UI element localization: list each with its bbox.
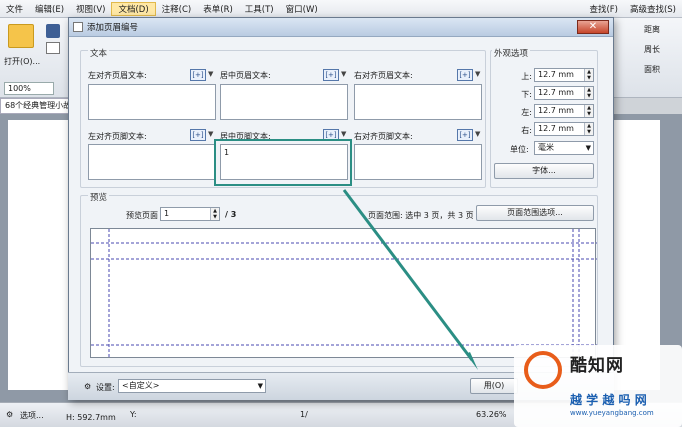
zoom-readout[interactable]: 63.26% bbox=[476, 410, 507, 419]
dialog-app-icon bbox=[73, 22, 83, 32]
find-button[interactable]: 查找(F) bbox=[583, 3, 624, 15]
menu-comment[interactable]: 注释(C) bbox=[156, 3, 198, 15]
text-group-title: 文本 bbox=[88, 47, 110, 59]
menu-document[interactable]: 文档(D) bbox=[111, 1, 156, 16]
margin-bottom-input[interactable]: 12.7 mm ▲ ▼ bbox=[534, 86, 594, 100]
dialog-title: 添加页眉编号 bbox=[87, 23, 139, 33]
footer-left-input[interactable] bbox=[88, 144, 216, 180]
menu-view[interactable]: 视图(V) bbox=[70, 3, 111, 15]
chevron-down-icon[interactable]: ▼ bbox=[586, 142, 591, 154]
dialog-titlebar[interactable]: 添加页眉编号 ✕ bbox=[69, 18, 613, 37]
spin-arrows-icon[interactable]: ▲ ▼ bbox=[584, 69, 593, 81]
advanced-find-button[interactable]: 高级查找(S) bbox=[624, 3, 682, 15]
area-tool[interactable]: 面积 bbox=[644, 64, 660, 75]
spin-arrows-icon[interactable]: ▲ ▼ bbox=[584, 123, 593, 135]
apply-button[interactable]: 用(O) bbox=[470, 378, 518, 394]
preview-total-pages: / 3 bbox=[225, 210, 237, 219]
page-left-edge bbox=[8, 120, 68, 390]
zoom-select[interactable]: 100% bbox=[4, 82, 54, 95]
footer-center-highlight bbox=[214, 139, 352, 186]
page-range-summary: 页面范围: 选中 3 页，共 3 页 bbox=[368, 211, 474, 220]
header-center-macro-icon[interactable]: [+] bbox=[323, 69, 339, 81]
margin-top-label: 上: bbox=[521, 72, 532, 81]
page-range-options-button[interactable]: 页面范围选项... bbox=[476, 205, 594, 221]
menu-form[interactable]: 表单(R) bbox=[197, 3, 239, 15]
footer-right-input[interactable] bbox=[354, 144, 482, 180]
settings-gear-icon[interactable]: ⚙ bbox=[84, 382, 91, 391]
save-icon[interactable] bbox=[46, 24, 60, 38]
watermark-url: www.yueyangbang.com bbox=[570, 409, 654, 417]
watermark-site-name: 越 学 越 吗 网 bbox=[570, 393, 647, 407]
header-left-macro-icon[interactable]: [+] bbox=[190, 69, 206, 81]
preview-margin-guides bbox=[91, 229, 597, 359]
spin-arrows-icon[interactable]: ▲ ▼ bbox=[210, 208, 219, 220]
options-button[interactable]: 选项... bbox=[20, 410, 44, 421]
header-right-input[interactable] bbox=[354, 84, 482, 120]
chevron-down-icon[interactable]: ▼ bbox=[208, 70, 213, 78]
margin-bottom-label: 下: bbox=[521, 90, 532, 99]
footer-left-macro-icon[interactable]: [+] bbox=[190, 129, 206, 141]
footer-right-macro-icon[interactable]: [+] bbox=[457, 129, 473, 141]
settings-label: 设置: bbox=[96, 383, 115, 392]
chevron-down-icon[interactable]: ▼ bbox=[258, 380, 263, 392]
preview-page-input[interactable]: 1 ▲ ▼ bbox=[160, 207, 220, 221]
watermark: 酷知网 越 学 越 吗 网 www.yueyangbang.com bbox=[514, 345, 682, 427]
margin-left-label: 左: bbox=[521, 108, 532, 117]
margin-right-label: 右: bbox=[521, 126, 532, 135]
open-button[interactable]: 打开(O)... bbox=[4, 56, 40, 67]
margin-top-input[interactable]: 12.7 mm ▲ ▼ bbox=[534, 68, 594, 82]
unit-label: 单位: bbox=[510, 145, 529, 154]
appearance-group-title: 外观选项 bbox=[492, 47, 531, 59]
footer-right-label: 右对齐页脚文本: bbox=[354, 132, 413, 141]
menu-edit[interactable]: 编辑(E) bbox=[29, 3, 70, 15]
page-number-field[interactable]: 1/ bbox=[300, 410, 308, 419]
font-button[interactable]: 字体... bbox=[494, 163, 594, 179]
preview-canvas bbox=[90, 228, 597, 359]
preview-group-title: 预览 bbox=[88, 191, 110, 203]
chevron-down-icon[interactable]: ▼ bbox=[475, 130, 480, 138]
chevron-down-icon[interactable]: ▼ bbox=[475, 70, 480, 78]
chevron-down-icon[interactable]: ▼ bbox=[341, 130, 346, 138]
watermark-logo-icon bbox=[524, 351, 562, 389]
header-right-label: 右对齐页眉文本: bbox=[354, 71, 413, 80]
margin-left-input[interactable]: 12.7 mm ▲ ▼ bbox=[534, 104, 594, 118]
gear-icon[interactable]: ⚙ bbox=[6, 410, 13, 419]
header-left-label: 左对齐页眉文本: bbox=[88, 71, 147, 80]
print-icon[interactable] bbox=[46, 42, 60, 54]
footer-left-label: 左对齐页脚文本: bbox=[88, 132, 147, 141]
menu-window[interactable]: 窗口(W) bbox=[280, 3, 324, 15]
preview-page-label: 预览页面 bbox=[126, 211, 158, 220]
menu-bar: 文件 编辑(E) 视图(V) 文档(D) 注释(C) 表单(R) 工具(T) 窗… bbox=[0, 0, 682, 18]
header-right-macro-icon[interactable]: [+] bbox=[457, 69, 473, 81]
chevron-down-icon[interactable]: ▼ bbox=[208, 130, 213, 138]
unit-select[interactable]: 毫米 ▼ bbox=[534, 141, 594, 155]
menu-file[interactable]: 文件 bbox=[0, 3, 29, 15]
header-center-input[interactable] bbox=[220, 84, 348, 120]
margin-right-input[interactable]: 12.7 mm ▲ ▼ bbox=[534, 122, 594, 136]
menu-tools[interactable]: 工具(T) bbox=[239, 3, 280, 15]
header-left-input[interactable] bbox=[88, 84, 216, 120]
page-size-readout: H: 592.7mm bbox=[66, 413, 116, 422]
header-center-label: 居中页眉文本: bbox=[220, 71, 271, 80]
distance-tool[interactable]: 距离 bbox=[644, 24, 660, 35]
spin-arrows-icon[interactable]: ▲ ▼ bbox=[584, 105, 593, 117]
close-button[interactable]: ✕ bbox=[577, 20, 609, 34]
open-folder-icon[interactable] bbox=[8, 24, 34, 48]
y-readout-label: Y: bbox=[130, 410, 137, 419]
document-tab[interactable]: 68个经典管理小故 bbox=[0, 98, 70, 114]
watermark-brand: 酷知网 bbox=[570, 356, 624, 376]
perimeter-tool[interactable]: 周长 bbox=[644, 44, 660, 55]
chevron-down-icon[interactable]: ▼ bbox=[341, 70, 346, 78]
settings-select[interactable]: <自定义> ▼ bbox=[118, 379, 266, 393]
spin-arrows-icon[interactable]: ▲ ▼ bbox=[584, 87, 593, 99]
